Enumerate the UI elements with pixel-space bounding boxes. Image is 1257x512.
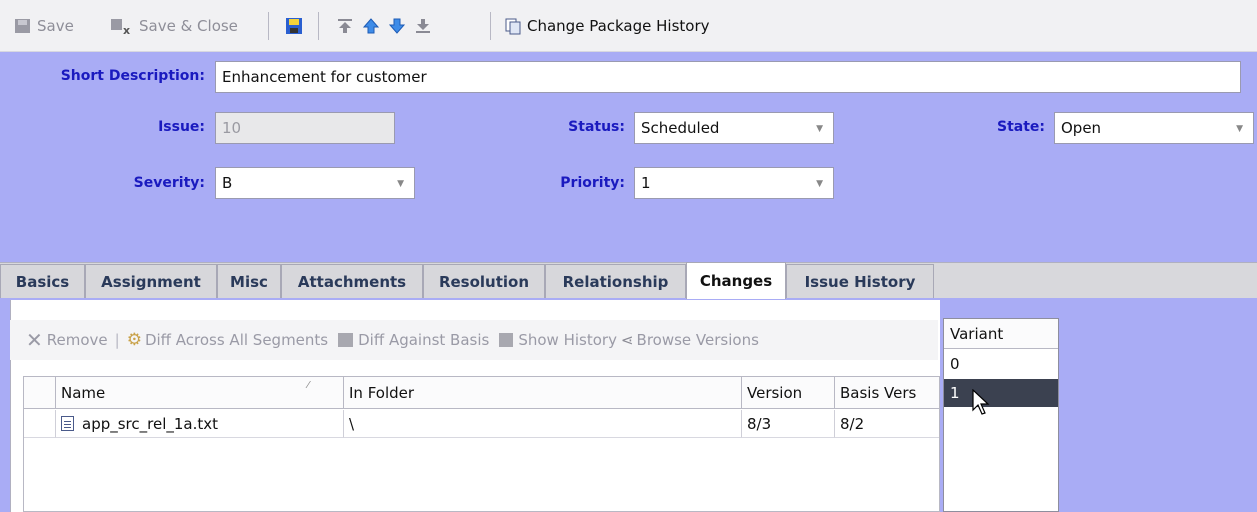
- variant-dropdown[interactable]: Variant 0 1: [943, 318, 1059, 512]
- save-and-close-button[interactable]: x Save & Close: [110, 14, 238, 38]
- remove-icon: ✕: [26, 328, 43, 352]
- variant-option-0[interactable]: 0: [944, 351, 1058, 377]
- chevron-down-icon: ▼: [1236, 124, 1243, 134]
- save-label: Save: [37, 17, 74, 35]
- priority-select[interactable]: 1 ▼: [634, 167, 834, 199]
- status-label: Status:: [568, 119, 625, 135]
- state-value: Open: [1061, 119, 1102, 137]
- state-label: State:: [996, 119, 1045, 135]
- severity-label: Severity:: [133, 175, 205, 191]
- svg-text:x: x: [123, 24, 130, 35]
- changes-table: Name ⁄ In Folder Version Basis Vers app_…: [23, 376, 940, 512]
- variant-option-1[interactable]: 1: [944, 379, 1058, 407]
- browse-versions-icon: ⋖: [620, 331, 634, 349]
- tab-issue-history[interactable]: Issue History: [786, 264, 934, 298]
- move-up-button[interactable]: [362, 14, 385, 38]
- toolbar-separator: [490, 12, 491, 40]
- issue-label: Issue:: [158, 119, 205, 135]
- changes-toolbar: ✕ Remove | ⚙ Diff Across All Segments Di…: [10, 320, 938, 360]
- floppy-disk-color-icon: [285, 17, 303, 35]
- severity-select[interactable]: B ▼: [215, 167, 415, 199]
- status-value: Scheduled: [641, 119, 720, 137]
- save-and-close-label: Save & Close: [139, 17, 238, 35]
- tab-changes[interactable]: Changes: [686, 262, 786, 299]
- column-header-in-folder[interactable]: In Folder: [344, 377, 742, 409]
- priority-label: Priority:: [560, 175, 625, 191]
- priority-value: 1: [641, 174, 651, 192]
- variant-header: Variant: [944, 319, 1058, 349]
- short-description-input[interactable]: Enhancement for customer: [215, 61, 1241, 93]
- arrow-to-top-icon: [336, 17, 354, 35]
- diff-across-all-segments-button[interactable]: Diff Across All Segments: [145, 331, 328, 349]
- show-history-icon: [499, 333, 514, 347]
- chevron-down-icon: ▼: [397, 179, 404, 189]
- column-header-name[interactable]: Name ⁄: [56, 377, 344, 409]
- sort-indicator-icon: ⁄: [307, 380, 309, 391]
- status-select[interactable]: Scheduled ▼: [634, 112, 834, 144]
- toolbar-separator: [318, 12, 319, 40]
- chevron-down-icon: ▼: [816, 179, 823, 189]
- tab-basics[interactable]: Basics: [0, 264, 85, 298]
- diff-against-basis-button[interactable]: Diff Against Basis: [358, 331, 489, 349]
- floppy-disk-icon: [14, 17, 32, 35]
- save-all-button[interactable]: [285, 14, 308, 38]
- row-header[interactable]: [24, 410, 56, 438]
- table-cell-name[interactable]: app_src_rel_1a.txt: [56, 410, 344, 438]
- table-cell-basis-version[interactable]: 8/2: [835, 410, 939, 438]
- tab-relationship[interactable]: Relationship: [545, 264, 686, 298]
- change-package-history-label: Change Package History: [527, 17, 710, 35]
- column-name-label: Name: [61, 383, 106, 402]
- file-name: app_src_rel_1a.txt: [82, 414, 219, 433]
- save-close-icon: x: [110, 17, 134, 37]
- tab-resolution[interactable]: Resolution: [423, 264, 545, 298]
- remove-button[interactable]: Remove: [47, 331, 108, 349]
- diff-basis-icon: [338, 333, 354, 347]
- move-to-bottom-button[interactable]: [414, 14, 437, 38]
- table-cell-version[interactable]: 8/3: [742, 410, 835, 438]
- chevron-down-icon: ▼: [816, 124, 823, 134]
- browse-versions-button[interactable]: Browse Versions: [637, 331, 759, 349]
- row-header-corner: [24, 377, 56, 409]
- severity-value: B: [222, 174, 233, 192]
- state-select[interactable]: Open ▼: [1054, 112, 1254, 144]
- short-description-label: Short Description:: [60, 68, 205, 84]
- issue-number-field: 10: [215, 112, 395, 144]
- tab-assignment[interactable]: Assignment: [85, 264, 217, 298]
- tab-misc[interactable]: Misc: [217, 264, 281, 298]
- history-icon: [504, 17, 522, 35]
- text-file-icon: [61, 416, 74, 431]
- move-down-button[interactable]: [388, 14, 411, 38]
- diff-segments-icon: ⚙: [126, 330, 142, 350]
- change-package-history-button[interactable]: Change Package History: [504, 14, 710, 38]
- column-header-version[interactable]: Version: [742, 377, 835, 409]
- toolbar-separator: |: [114, 331, 120, 349]
- show-history-button[interactable]: Show History: [518, 331, 617, 349]
- tab-attachments[interactable]: Attachments: [281, 264, 423, 298]
- arrow-down-icon: [388, 17, 406, 35]
- move-to-top-button[interactable]: [336, 14, 359, 38]
- table-cell-folder[interactable]: \: [344, 410, 742, 438]
- toolbar-separator: [268, 12, 269, 40]
- column-header-basis-version[interactable]: Basis Vers: [835, 377, 939, 409]
- mouse-cursor-icon: [972, 389, 990, 415]
- save-button[interactable]: Save: [14, 14, 74, 38]
- arrow-up-icon: [362, 17, 380, 35]
- arrow-to-bottom-icon: [414, 17, 432, 35]
